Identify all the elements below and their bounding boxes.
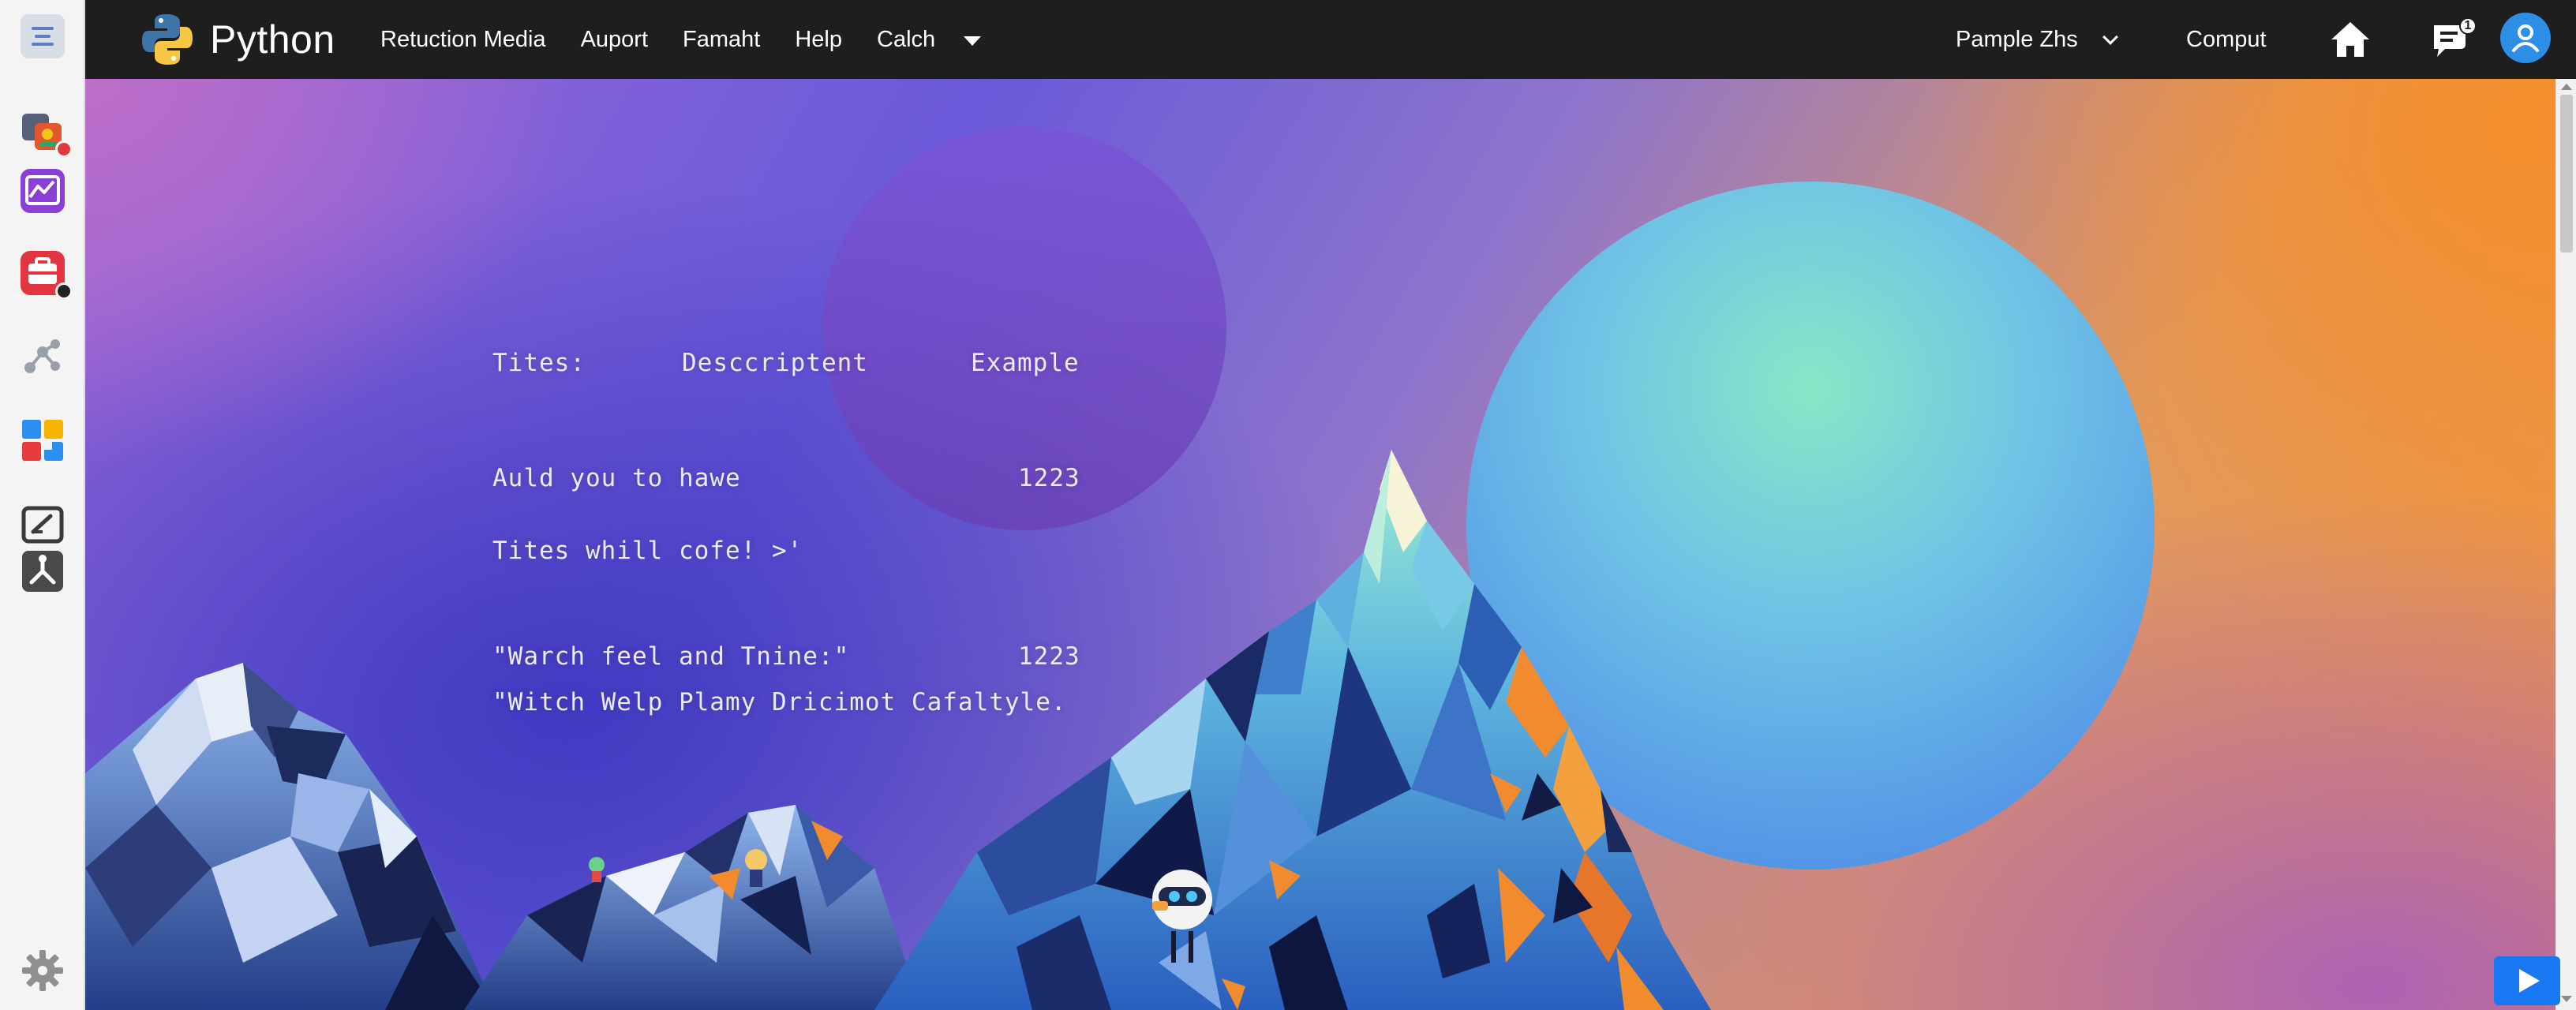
notification-badge <box>55 140 73 158</box>
header-description: Desccriptent <box>682 349 868 377</box>
tiles-app-icon[interactable] <box>17 415 68 466</box>
nav-item-calch[interactable]: Calch <box>877 27 935 53</box>
scroll-down-icon[interactable] <box>2561 996 2572 1002</box>
notification-count-badge: 1 <box>2459 17 2477 35</box>
user-menu[interactable]: Pample Zhs <box>1956 0 2118 79</box>
scroll-up-icon[interactable] <box>2561 84 2572 90</box>
nav-item-help[interactable]: Help <box>795 27 842 53</box>
header-example: Example <box>971 349 1080 377</box>
settings-gear-icon[interactable] <box>17 945 68 996</box>
user-icon <box>2512 24 2539 52</box>
row-3-value: 1223 <box>1018 642 1080 671</box>
play-button[interactable] <box>2494 956 2560 1005</box>
row-4-text: "Witch Welp Plamy Dricimot Cafaltyle. <box>492 688 1067 716</box>
scroll-thumb[interactable] <box>2560 95 2573 252</box>
row-1-value: 1223 <box>1018 464 1080 492</box>
chart-app-icon[interactable] <box>17 166 68 216</box>
nav-item-auport[interactable]: Auport <box>581 27 648 53</box>
avatar[interactable] <box>2500 13 2551 63</box>
nav-item-retuction-media[interactable]: Retuction Media <box>380 27 546 53</box>
hero-illustration <box>85 126 2155 1010</box>
photo-app-icon[interactable] <box>17 106 73 158</box>
caret-down-icon[interactable] <box>964 36 982 46</box>
tool-app-icon[interactable] <box>17 546 68 597</box>
home-icon[interactable] <box>2325 14 2376 65</box>
row-3-text: "Warch feel and Tnine:" <box>492 642 850 671</box>
network-app-icon[interactable] <box>17 331 68 382</box>
app-menu-icon[interactable] <box>17 11 68 62</box>
main-nav: Retuction Media Auport Famaht Help Calch <box>380 0 982 79</box>
app-dock <box>0 0 85 1010</box>
user-menu-label: Pample Zhs <box>1956 26 2078 52</box>
page-scrollbar[interactable] <box>2555 79 2576 1010</box>
brand-logo[interactable]: Python <box>139 6 335 73</box>
row-1-text: Auld you to hawe <box>492 464 741 492</box>
status-badge <box>55 282 73 300</box>
top-navigation-bar: Python Retuction Media Auport Famaht Hel… <box>85 0 2576 79</box>
briefcase-app-icon[interactable] <box>17 248 73 300</box>
edit-app-icon[interactable] <box>17 500 68 551</box>
play-icon <box>2519 969 2540 993</box>
chat-notifications-button[interactable]: 1 <box>2426 14 2477 65</box>
chevron-down-icon <box>2102 29 2118 45</box>
hero-banner: Tites: Desccriptent Example Auld you to … <box>85 79 2555 1010</box>
nav-item-famaht[interactable]: Famaht <box>683 27 760 53</box>
header-titles: Tites: <box>492 349 586 377</box>
comput-link[interactable]: Comput <box>2186 0 2267 79</box>
brand-name: Python <box>210 17 335 62</box>
row-2-text: Tites whill cofe! >' <box>492 537 803 565</box>
python-logo-icon <box>142 14 193 65</box>
